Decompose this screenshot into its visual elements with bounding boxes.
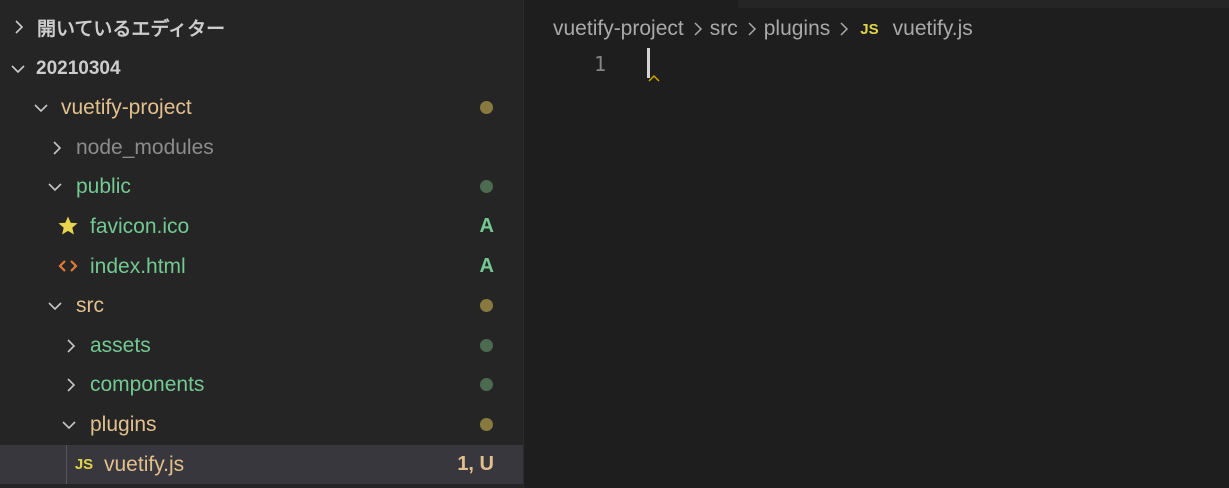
chevron-down-icon	[61, 417, 77, 433]
chevron-right-icon	[746, 21, 758, 37]
git-status-badge: A	[479, 255, 494, 277]
tree-item-src[interactable]: src	[0, 286, 523, 325]
tree-item-plugins[interactable]: plugins	[0, 405, 523, 444]
chevron-right-icon	[838, 21, 850, 37]
breadcrumb-item[interactable]: vuetify-project	[553, 17, 684, 41]
tree-item-public[interactable]: public	[0, 167, 523, 206]
added-dot-icon	[480, 339, 493, 352]
tree-item-label: src	[76, 293, 104, 317]
chevron-down-icon	[47, 179, 63, 195]
chevron-right-icon	[49, 140, 65, 156]
tree-item-label: favicon.ico	[90, 214, 190, 238]
warning-squiggle-icon	[648, 74, 660, 82]
tree-item-assets[interactable]: assets	[0, 326, 523, 365]
open-editors-header[interactable]: 開いているエディター	[0, 8, 523, 47]
breadcrumb-file[interactable]: vuetify.js	[893, 17, 973, 41]
tree-item-label: index.html	[90, 254, 186, 278]
tree-item-vuetify-js[interactable]: JS vuetify.js 1, U	[0, 445, 523, 484]
breadcrumb: vuetify-project src plugins JS vuetify.j…	[553, 14, 973, 44]
line-number: 1	[593, 52, 606, 76]
tab-bar-strip	[738, 0, 1229, 8]
tree-item-node-modules[interactable]: node_modules	[0, 128, 523, 167]
workspace-header[interactable]: 20210304	[0, 49, 523, 88]
chevron-down-icon	[47, 298, 63, 314]
chevron-down-icon	[33, 100, 49, 116]
git-status-badge: 1, U	[457, 453, 494, 475]
indent-guide	[66, 445, 67, 484]
breadcrumb-item[interactable]: src	[710, 17, 738, 41]
added-dot-icon	[480, 180, 493, 193]
tree-item-components[interactable]: components	[0, 365, 523, 404]
open-editors-label: 開いているエディター	[37, 19, 226, 40]
chevron-down-icon	[10, 61, 26, 77]
tree-item-vuetify-project[interactable]: vuetify-project	[0, 88, 523, 127]
modified-dot-icon	[480, 299, 493, 312]
js-icon: JS	[860, 20, 879, 38]
git-status-badge: A	[479, 215, 494, 237]
tree-item-label: plugins	[90, 412, 157, 436]
js-icon: JS	[74, 455, 94, 473]
tree-item-label: components	[90, 372, 205, 396]
workspace-label: 20210304	[36, 57, 121, 79]
added-dot-icon	[480, 378, 493, 391]
tree-item-label: public	[76, 174, 131, 198]
modified-dot-icon	[480, 101, 493, 114]
tree-item-label: vuetify.js	[104, 452, 185, 476]
tree-item-favicon[interactable]: favicon.ico A	[0, 207, 523, 246]
chevron-right-icon	[63, 377, 79, 393]
chevron-right-icon	[692, 21, 704, 37]
modified-dot-icon	[480, 418, 493, 431]
breadcrumb-item[interactable]: plugins	[764, 17, 831, 41]
editor-pane[interactable]: vuetify-project src plugins JS vuetify.j…	[524, 0, 1229, 488]
star-icon	[57, 215, 79, 237]
tree-item-label: assets	[90, 333, 151, 357]
html-icon	[57, 255, 79, 277]
tree-item-index-html[interactable]: index.html A	[0, 247, 523, 286]
tree-item-label: node_modules	[76, 135, 214, 159]
tree-item-label: vuetify-project	[61, 95, 192, 119]
explorer-sidebar: 開いているエディター 20210304 vuetify-project node…	[0, 0, 523, 488]
chevron-right-icon	[63, 338, 79, 354]
chevron-right-icon	[11, 19, 27, 35]
